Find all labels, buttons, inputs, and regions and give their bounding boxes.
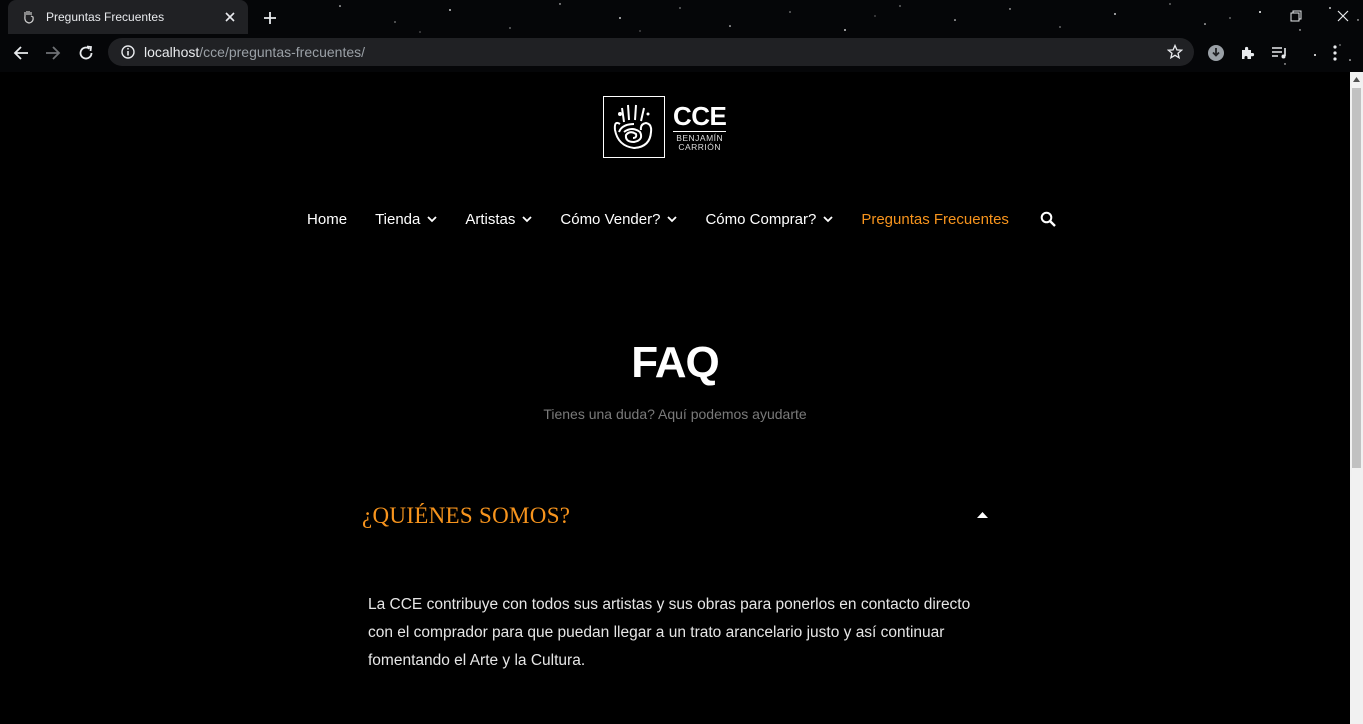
back-arrow-icon[interactable]	[9, 41, 33, 65]
address-bar[interactable]: localhost/cce/preguntas-frecuentes/	[108, 38, 1194, 66]
chevron-down-icon	[823, 215, 833, 223]
chevron-down-icon	[667, 215, 678, 223]
nav-item-como-vender[interactable]: Cómo Vender?	[560, 210, 678, 228]
page-scrollbar[interactable]	[1350, 72, 1363, 724]
nav-item-label: Artistas	[465, 210, 516, 228]
browser-tab[interactable]: Preguntas Frecuentes	[8, 0, 248, 34]
caret-up-icon[interactable]	[973, 508, 991, 522]
forward-arrow-icon[interactable]	[41, 41, 65, 65]
browser-toolbar: localhost/cce/preguntas-frecuentes/	[0, 34, 1363, 72]
scrollbar-thumb[interactable]	[1352, 88, 1361, 468]
chevron-down-icon	[522, 215, 533, 223]
nav-item-label: Cómo Comprar?	[705, 210, 817, 228]
main-navigation: Home Tienda Artistas Cómo Vender? Cómo C…	[0, 204, 1350, 234]
faq-accordion: ¿QUIÉNES SOMOS? La CCE contribuye con to…	[333, 487, 1017, 724]
tab-strip: Preguntas Frecuentes	[0, 0, 1363, 34]
nav-item-label: Preguntas Frecuentes	[861, 210, 1009, 228]
nav-item-artistas[interactable]: Artistas	[465, 210, 533, 228]
logo-line-1: BENJAMÍN	[676, 132, 724, 143]
tab-title: Preguntas Frecuentes	[46, 10, 165, 24]
cce-hand-logo-icon	[603, 96, 665, 158]
site-logo[interactable]: CCE BENJAMÍN CARRIÓN	[603, 96, 733, 158]
cce-favicon-icon	[22, 10, 36, 24]
chevron-down-icon	[427, 215, 438, 223]
search-icon[interactable]	[1039, 210, 1057, 228]
nav-item-label: Cómo Vender?	[560, 210, 661, 228]
logo-line-2: CARRIÓN	[678, 142, 722, 152]
new-tab-icon[interactable]	[260, 8, 280, 28]
close-tab-icon[interactable]	[222, 9, 238, 25]
restore-window-icon[interactable]	[1285, 6, 1307, 26]
scroll-up-arrow-icon[interactable]	[1350, 72, 1363, 86]
nav-item-label: Home	[307, 210, 348, 228]
page-title: FAQ	[631, 338, 719, 387]
faq-question-header[interactable]: ¿QUIÉNES SOMOS?	[333, 487, 1017, 545]
faq-answer: La CCE contribuye con todos sus artistas…	[368, 596, 971, 669]
url-host: localhost	[144, 44, 200, 60]
faq-question: ¿QUIÉNES SOMOS?	[362, 503, 571, 528]
bookmark-star-icon[interactable]	[1166, 43, 1184, 61]
page-subtitle: Tienes una duda? Aquí podemos ayudarte	[543, 406, 807, 422]
logo-wordmark: CCE BENJAMÍN CARRIÓN	[673, 100, 727, 152]
extensions-puzzle-icon[interactable]	[1237, 42, 1259, 64]
nav-item-tienda[interactable]: Tienda	[375, 210, 438, 228]
browser-chrome: Preguntas Frecuentes localhost/cce/pregu…	[0, 0, 1363, 72]
site-info-icon[interactable]	[120, 44, 136, 60]
nav-item-label: Tienda	[375, 210, 421, 228]
nav-item-como-comprar[interactable]: Cómo Comprar?	[705, 211, 833, 228]
url-path: /cce/preguntas-frecuentes/	[199, 44, 366, 60]
close-window-icon[interactable]	[1332, 6, 1354, 26]
page-content: CCE BENJAMÍN CARRIÓN Home Tienda Artista…	[0, 72, 1350, 724]
browser-menu-icon[interactable]	[1324, 42, 1346, 64]
media-queue-icon[interactable]	[1269, 42, 1291, 64]
nav-item-preguntas-frecuentes[interactable]: Preguntas Frecuentes	[861, 211, 1009, 228]
url-text: localhost/cce/preguntas-frecuentes/	[144, 44, 1166, 60]
nav-item-home[interactable]: Home	[307, 211, 347, 228]
logo-acronym: CCE	[673, 100, 727, 132]
reload-icon[interactable]	[74, 41, 98, 65]
download-extension-icon[interactable]	[1205, 42, 1227, 64]
